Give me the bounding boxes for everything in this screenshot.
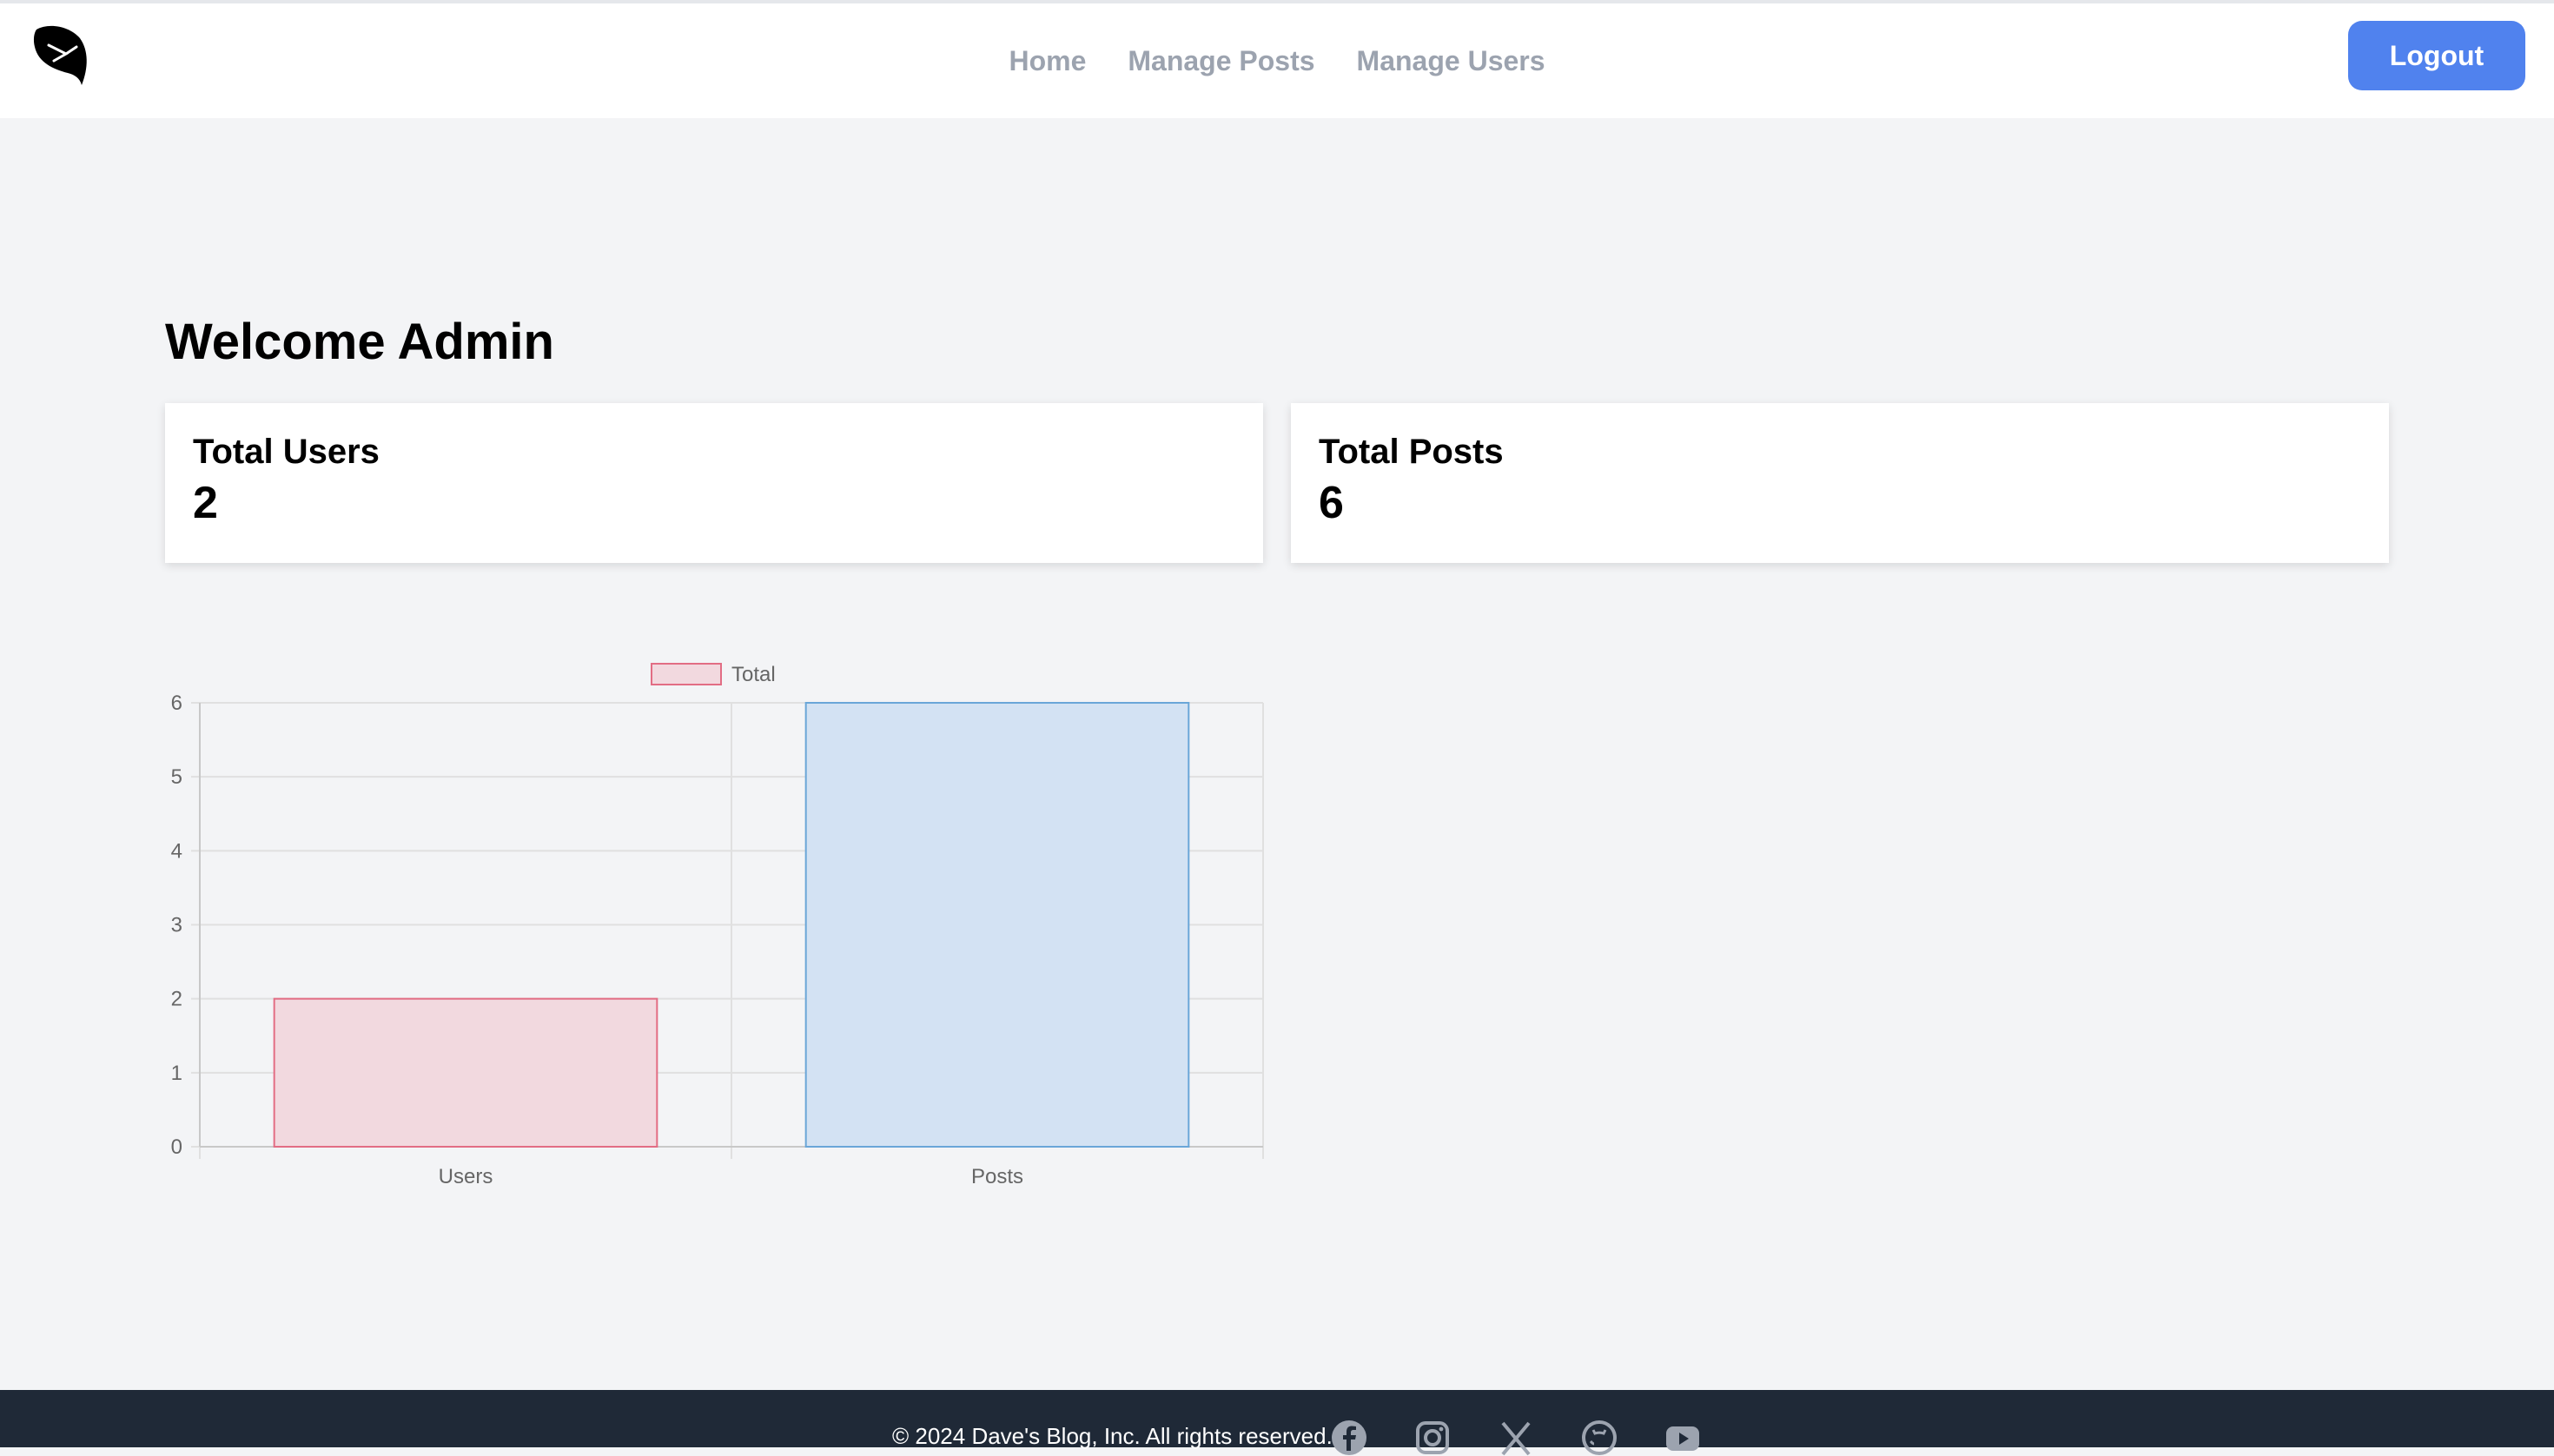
main-nav: Home Manage Posts Manage Users <box>0 3 2554 118</box>
nav-manage-posts-link[interactable]: Manage Posts <box>1128 45 1314 77</box>
copyright-text: © 2024 Dave's Blog, Inc. All rights rese… <box>892 1423 1333 1449</box>
x-icon[interactable] <box>1498 1420 1534 1456</box>
total-posts-label: Total Posts <box>1319 433 1504 471</box>
y-tick-label: 3 <box>171 914 182 937</box>
footer: © 2024 Dave's Blog, Inc. All rights rese… <box>0 1390 2554 1456</box>
bar-users <box>273 997 658 1148</box>
bar-posts <box>804 702 1190 1148</box>
legend-label: Total <box>731 663 776 686</box>
y-tick-label: 6 <box>171 692 182 715</box>
logout-button[interactable]: Logout <box>2348 21 2525 90</box>
x-tick-label: Users <box>439 1165 493 1188</box>
y-tick-label: 0 <box>171 1135 182 1159</box>
page-title: Welcome Admin <box>165 314 554 370</box>
total-posts-value: 6 <box>1319 478 1344 528</box>
nav-home-link[interactable]: Home <box>1009 45 1086 77</box>
totals-bar-chart: 0 1 2 3 4 5 6 Users Posts Total <box>130 643 1277 1216</box>
y-tick-label: 5 <box>171 765 182 789</box>
total-users-value: 2 <box>193 478 218 528</box>
facebook-icon[interactable] <box>1331 1420 1367 1456</box>
nav-manage-users-link[interactable]: Manage Users <box>1357 45 1545 77</box>
y-tick-label: 4 <box>171 839 182 863</box>
chart-canvas: 0 1 2 3 4 5 6 Users Posts Total <box>171 663 1264 1188</box>
legend-swatch <box>651 663 722 685</box>
youtube-icon[interactable] <box>1664 1420 1701 1456</box>
total-posts-card: Total Posts 6 <box>1291 403 2389 563</box>
total-users-label: Total Users <box>193 433 380 471</box>
y-tick-label: 2 <box>171 988 182 1011</box>
y-tick-label: 1 <box>171 1062 182 1085</box>
github-icon[interactable] <box>1581 1420 1618 1456</box>
instagram-icon[interactable] <box>1414 1420 1451 1456</box>
top-navbar: Home Manage Posts Manage Users Logout <box>0 3 2554 118</box>
total-users-card: Total Users 2 <box>165 403 1263 563</box>
x-tick-label: Posts <box>971 1165 1023 1188</box>
